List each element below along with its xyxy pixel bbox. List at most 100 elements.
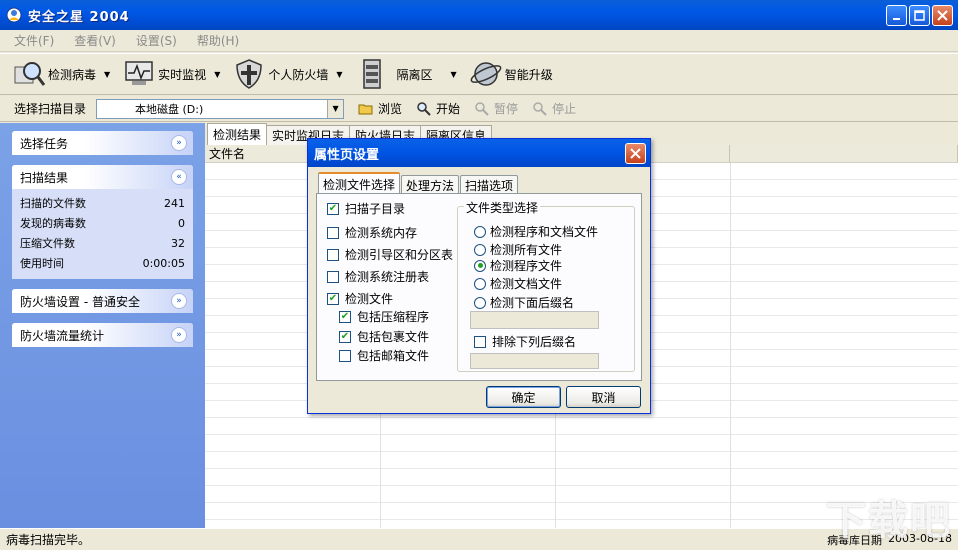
checkbox-exclude-suffix[interactable]: 排除下列后缀名	[474, 333, 576, 350]
chevron-down-icon[interactable]: »	[171, 327, 187, 343]
firewall-settings-section: 防火墙设置 - 普通安全 »	[12, 289, 193, 313]
scan-results-section: 扫描结果 « 扫描的文件数 241 发现的病毒数 0 压缩文件数 32 使用时间…	[12, 165, 193, 279]
checkbox-box[interactable]	[327, 226, 339, 239]
firewall-traffic-header[interactable]: 防火墙流量统计 »	[12, 323, 193, 347]
monitor-icon	[125, 61, 153, 85]
chevron-down-icon[interactable]: »	[171, 135, 187, 151]
checkbox-box[interactable]: ✔	[327, 292, 339, 305]
menu-help[interactable]: 帮助(H)	[197, 32, 239, 49]
stat-row: 使用时间 0:00:05	[20, 253, 185, 273]
radio-dot[interactable]	[474, 296, 486, 309]
checkbox-scan-files[interactable]: ✔ 检测文件	[327, 290, 393, 307]
checkbox-box[interactable]	[327, 270, 339, 283]
minimize-button[interactable]	[886, 5, 907, 26]
virus-scan-label: 检测病毒	[48, 67, 97, 82]
chevron-down-icon[interactable]: ▼	[214, 70, 220, 79]
checkbox-label: 检测系统注册表	[345, 270, 430, 284]
scan-dir-select[interactable]: 本地磁盘 (D:) ▼	[96, 98, 345, 119]
menu-view[interactable]: 查看(V)	[74, 32, 116, 49]
chevron-down-icon[interactable]: ▼	[327, 99, 344, 118]
folder-open-icon	[358, 104, 373, 114]
checkbox-label: 包括邮箱文件	[357, 349, 430, 363]
scan-results-header[interactable]: 扫描结果 «	[12, 165, 193, 189]
dialog-close-button[interactable]	[625, 142, 646, 164]
maximize-button[interactable]	[909, 5, 930, 26]
stop-label: 停止	[552, 102, 577, 116]
suffix-include-input[interactable]	[470, 311, 599, 329]
close-icon	[937, 10, 948, 21]
radio-suffix-list[interactable]: 检测下面后缀名	[474, 294, 574, 311]
filetype-group-title: 文件类型选择	[464, 199, 541, 216]
quarantine-button[interactable]: 隔离区 ▼	[355, 56, 463, 92]
radio-selected-icon	[477, 263, 483, 268]
close-icon	[630, 147, 641, 159]
minimize-icon	[892, 17, 900, 20]
smart-update-button[interactable]: 智能升级	[469, 56, 553, 92]
radio-program-files[interactable]: 检测程序文件	[474, 257, 562, 274]
browse-button[interactable]: 浏览	[358, 100, 402, 117]
stat-value: 241	[164, 196, 185, 210]
chevron-down-icon[interactable]: ▼	[451, 70, 457, 79]
firewall-traffic-title: 防火墙流量统计	[20, 328, 105, 343]
dialog-title-bar[interactable]: 属性页设置	[308, 139, 650, 167]
checkbox-include-compressed[interactable]: ✔ 包括压缩程序	[339, 308, 429, 325]
radio-all-files[interactable]: 检测所有文件	[474, 241, 562, 258]
start-button[interactable]: 开始	[416, 100, 460, 117]
radio-label: 检测下面后缀名	[490, 296, 575, 310]
checkbox-box[interactable]	[327, 248, 339, 261]
checkbox-label: 排除下列后缀名	[492, 335, 577, 349]
checkbox-include-mailbox[interactable]: 包括邮箱文件	[339, 347, 429, 364]
start-label: 开始	[436, 102, 461, 116]
select-task-header[interactable]: 选择任务 »	[12, 131, 193, 155]
tab-handling-method[interactable]: 处理方法	[401, 175, 460, 194]
stop-button[interactable]: 停止	[532, 100, 576, 117]
virus-scan-icon	[14, 62, 46, 86]
tab-file-selection[interactable]: 检测文件选择	[318, 172, 401, 194]
checkbox-box[interactable]	[339, 349, 351, 362]
select-task-title: 选择任务	[20, 136, 69, 151]
radio-programs-docs[interactable]: 检测程序和文档文件	[474, 223, 598, 240]
checkbox-include-packages[interactable]: ✔ 包括包裹文件	[339, 328, 429, 345]
virus-scan-button[interactable]: 检测病毒 ▼	[12, 56, 116, 92]
chevron-up-icon[interactable]: «	[171, 169, 187, 185]
realtime-monitor-button[interactable]: 实时监视 ▼	[122, 56, 226, 92]
checkbox-scan-registry[interactable]: 检测系统注册表	[327, 268, 429, 285]
scan-dir-value: 本地磁盘 (D:)	[135, 102, 204, 116]
browse-label: 浏览	[378, 102, 403, 116]
checkbox-box[interactable]: ✔	[339, 310, 351, 323]
task-panel: 选择任务 » 扫描结果 « 扫描的文件数 241 发现的病毒数 0 压缩文件数 …	[0, 123, 205, 528]
scan-results-body: 扫描的文件数 241 发现的病毒数 0 压缩文件数 32 使用时间 0:00:0…	[12, 189, 193, 279]
chevron-down-icon[interactable]: ▼	[104, 70, 110, 79]
checkbox-label: 检测文件	[345, 292, 394, 306]
radio-dot[interactable]	[474, 225, 486, 238]
checkbox-scan-memory[interactable]: 检测系统内存	[327, 224, 417, 241]
chevron-down-icon[interactable]: ▼	[336, 70, 342, 79]
firewall-button[interactable]: 个人防火墙 ▼	[232, 56, 348, 92]
menu-file[interactable]: 文件(F)	[14, 32, 54, 49]
menu-settings[interactable]: 设置(S)	[136, 32, 177, 49]
column-header[interactable]	[730, 145, 958, 162]
checkbox-box[interactable]: ✔	[327, 202, 339, 215]
tab-scan-options[interactable]: 扫描选项	[460, 175, 519, 194]
checkbox-scan-subdirs[interactable]: ✔ 扫描子目录	[327, 200, 405, 217]
radio-doc-files[interactable]: 检测文档文件	[474, 275, 562, 292]
radio-dot[interactable]	[474, 243, 486, 256]
radio-dot[interactable]	[474, 259, 486, 272]
title-bar[interactable]: 安全之星 2004	[0, 0, 958, 30]
tab-scan-results[interactable]: 检测结果	[207, 123, 268, 145]
checkbox-box[interactable]	[474, 335, 486, 348]
radio-dot[interactable]	[474, 277, 486, 290]
select-task-section: 选择任务 »	[12, 131, 193, 155]
quarantine-icon	[362, 59, 381, 89]
column-divider	[730, 163, 731, 528]
stop-icon	[533, 101, 547, 116]
ok-button[interactable]: 确定	[486, 386, 561, 408]
suffix-exclude-input[interactable]	[470, 353, 599, 369]
chevron-down-icon[interactable]: »	[171, 293, 187, 309]
checkbox-box[interactable]: ✔	[339, 330, 351, 343]
cancel-button[interactable]: 取消	[566, 386, 641, 408]
firewall-settings-header[interactable]: 防火墙设置 - 普通安全 »	[12, 289, 193, 313]
close-button[interactable]	[932, 5, 953, 26]
pause-button[interactable]: 暂停	[474, 100, 518, 117]
checkbox-scan-boot[interactable]: 检测引导区和分区表	[327, 246, 453, 263]
